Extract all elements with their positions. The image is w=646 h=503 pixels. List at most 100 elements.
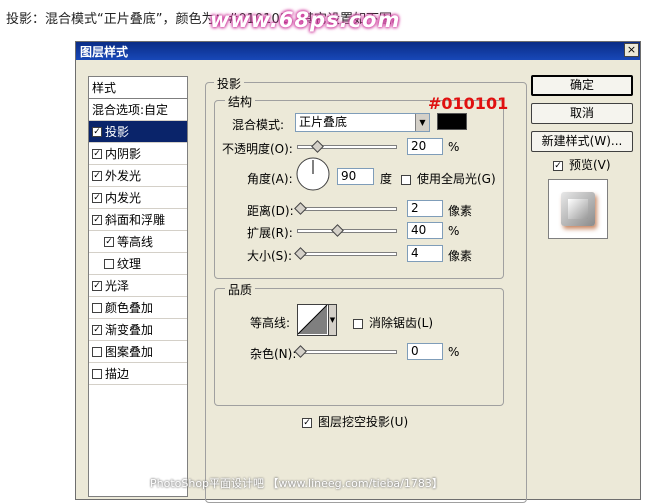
style-item-checkbox[interactable]: [92, 280, 102, 291]
style-item-label: 内阴影: [105, 147, 142, 161]
style-item-label: 等高线: [117, 235, 154, 249]
spread-slider[interactable]: [297, 229, 397, 233]
style-item[interactable]: 图案叠加: [89, 341, 187, 363]
spread-label: 扩展(R):: [247, 226, 293, 240]
style-item-checkbox[interactable]: [92, 214, 102, 225]
ok-button[interactable]: 确定: [531, 75, 633, 96]
opacity-label: 不透明度(O):: [222, 142, 293, 156]
structure-title: 结构: [225, 93, 256, 110]
size-input[interactable]: 4: [407, 245, 443, 262]
blend-mode-select[interactable]: 正片叠底 ▼: [295, 113, 430, 132]
title-bar[interactable]: 图层样式 ×: [76, 42, 640, 60]
preview-tile-icon: [561, 192, 595, 226]
style-item-label: 图案叠加: [105, 345, 154, 359]
contour-preview-icon: [297, 304, 329, 336]
style-item-label: 投影: [105, 125, 130, 139]
style-preview-thumbnail: [548, 179, 608, 239]
preview-checkbox[interactable]: [553, 160, 563, 171]
style-item[interactable]: 渐变叠加: [89, 319, 187, 341]
structure-group: 结构 混合模式: 正片叠底 ▼ #010101 不透明度(O): 20 % 角度…: [214, 93, 508, 279]
watermark-text: www.68ps.com: [210, 8, 401, 32]
style-item-checkbox[interactable]: [92, 148, 102, 159]
style-item-label: 颜色叠加: [105, 301, 154, 315]
size-label: 大小(S):: [247, 249, 293, 263]
style-item-label: 内发光: [105, 191, 142, 205]
distance-slider-thumb[interactable]: [294, 202, 307, 215]
style-item[interactable]: 颜色叠加: [89, 297, 187, 319]
size-slider[interactable]: [297, 252, 397, 256]
spread-slider-thumb[interactable]: [331, 224, 344, 237]
style-item[interactable]: 斜面和浮雕: [89, 209, 187, 231]
style-item-label: 纹理: [117, 257, 142, 271]
angle-label: 角度(A):: [247, 172, 293, 186]
noise-unit: %: [448, 345, 460, 359]
quality-title: 品质: [225, 281, 256, 298]
style-item-label: 光泽: [105, 279, 130, 293]
style-item-checkbox[interactable]: [92, 368, 102, 379]
global-light-checkbox[interactable]: [401, 174, 411, 185]
opacity-input[interactable]: 20: [407, 138, 443, 155]
close-icon: ×: [626, 43, 637, 56]
style-item[interactable]: 等高线: [89, 231, 187, 253]
layer-style-dialog: 图层样式 × 样式 混合选项:自定 投影内阴影外发光内发光斜面和浮雕等高线纹理光…: [75, 41, 641, 503]
knockout-checkbox[interactable]: [302, 417, 312, 428]
noise-label: 杂色(N):: [250, 347, 297, 361]
style-item-label: 外发光: [105, 169, 142, 183]
style-item[interactable]: 纹理: [89, 253, 187, 275]
style-item[interactable]: 内阴影: [89, 143, 187, 165]
style-item-checkbox[interactable]: [92, 302, 102, 313]
opacity-unit: %: [448, 140, 460, 154]
blend-mode-value: 正片叠底: [299, 115, 348, 129]
drop-shadow-group: 投影 结构 混合模式: 正片叠底 ▼ #010101 不透明度(O): 20 %…: [205, 75, 527, 503]
chevron-down-icon: ▼: [415, 114, 429, 131]
antialias-label: 消除锯齿(L): [369, 316, 434, 330]
color-annotation: #010101: [428, 94, 509, 113]
noise-input[interactable]: 0: [407, 343, 443, 360]
styles-header[interactable]: 样式: [89, 77, 187, 99]
size-slider-thumb[interactable]: [294, 247, 307, 260]
spread-input[interactable]: 40: [407, 222, 443, 239]
chevron-down-icon: ▼: [328, 304, 337, 336]
style-item[interactable]: 光泽: [89, 275, 187, 297]
blend-options-item[interactable]: 混合选项:自定: [89, 99, 187, 121]
noise-slider[interactable]: [297, 350, 397, 354]
blend-mode-label: 混合模式:: [232, 118, 285, 132]
opacity-slider-thumb[interactable]: [311, 140, 324, 153]
distance-label: 距离(D):: [247, 204, 294, 218]
angle-dial[interactable]: [295, 156, 331, 192]
style-item-checkbox[interactable]: [104, 258, 114, 269]
style-item[interactable]: 外发光: [89, 165, 187, 187]
style-item-checkbox[interactable]: [92, 192, 102, 203]
style-item-checkbox[interactable]: [92, 170, 102, 181]
style-item-label: 描边: [105, 367, 130, 381]
size-unit: 像素: [448, 249, 473, 263]
style-item[interactable]: 投影: [89, 121, 187, 143]
styles-list: 样式 混合选项:自定 投影内阴影外发光内发光斜面和浮雕等高线纹理光泽颜色叠加渐变…: [88, 76, 188, 497]
distance-unit: 像素: [448, 204, 473, 218]
style-item-checkbox[interactable]: [92, 346, 102, 357]
style-item-label: 渐变叠加: [105, 323, 154, 337]
angle-unit: 度: [380, 172, 393, 186]
antialias-checkbox[interactable]: [353, 318, 363, 329]
style-item-checkbox[interactable]: [92, 126, 102, 137]
shadow-color-swatch[interactable]: [437, 113, 467, 130]
style-item[interactable]: 内发光: [89, 187, 187, 209]
close-button[interactable]: ×: [624, 43, 639, 57]
new-style-button[interactable]: 新建样式(W)...: [531, 131, 633, 152]
drop-shadow-group-title: 投影: [214, 75, 245, 92]
style-item-checkbox[interactable]: [104, 236, 114, 247]
knockout-label: 图层挖空投影(U): [318, 415, 409, 429]
footer-watermark: PhotoShop平面设计吧 【www.lineeg.com/tieba/178…: [150, 477, 443, 490]
global-light-label: 使用全局光(G): [417, 172, 496, 186]
style-item-label: 斜面和浮雕: [105, 213, 166, 227]
angle-input[interactable]: 90: [337, 168, 374, 185]
contour-label: 等高线:: [250, 316, 291, 330]
preview-label: 预览(V): [569, 158, 611, 172]
contour-picker[interactable]: ▼: [297, 304, 337, 336]
dialog-title: 图层样式: [80, 45, 129, 59]
distance-input[interactable]: 2: [407, 200, 443, 217]
style-item-checkbox[interactable]: [92, 324, 102, 335]
style-item[interactable]: 描边: [89, 363, 187, 385]
distance-slider[interactable]: [297, 207, 397, 211]
cancel-button[interactable]: 取消: [531, 103, 633, 124]
